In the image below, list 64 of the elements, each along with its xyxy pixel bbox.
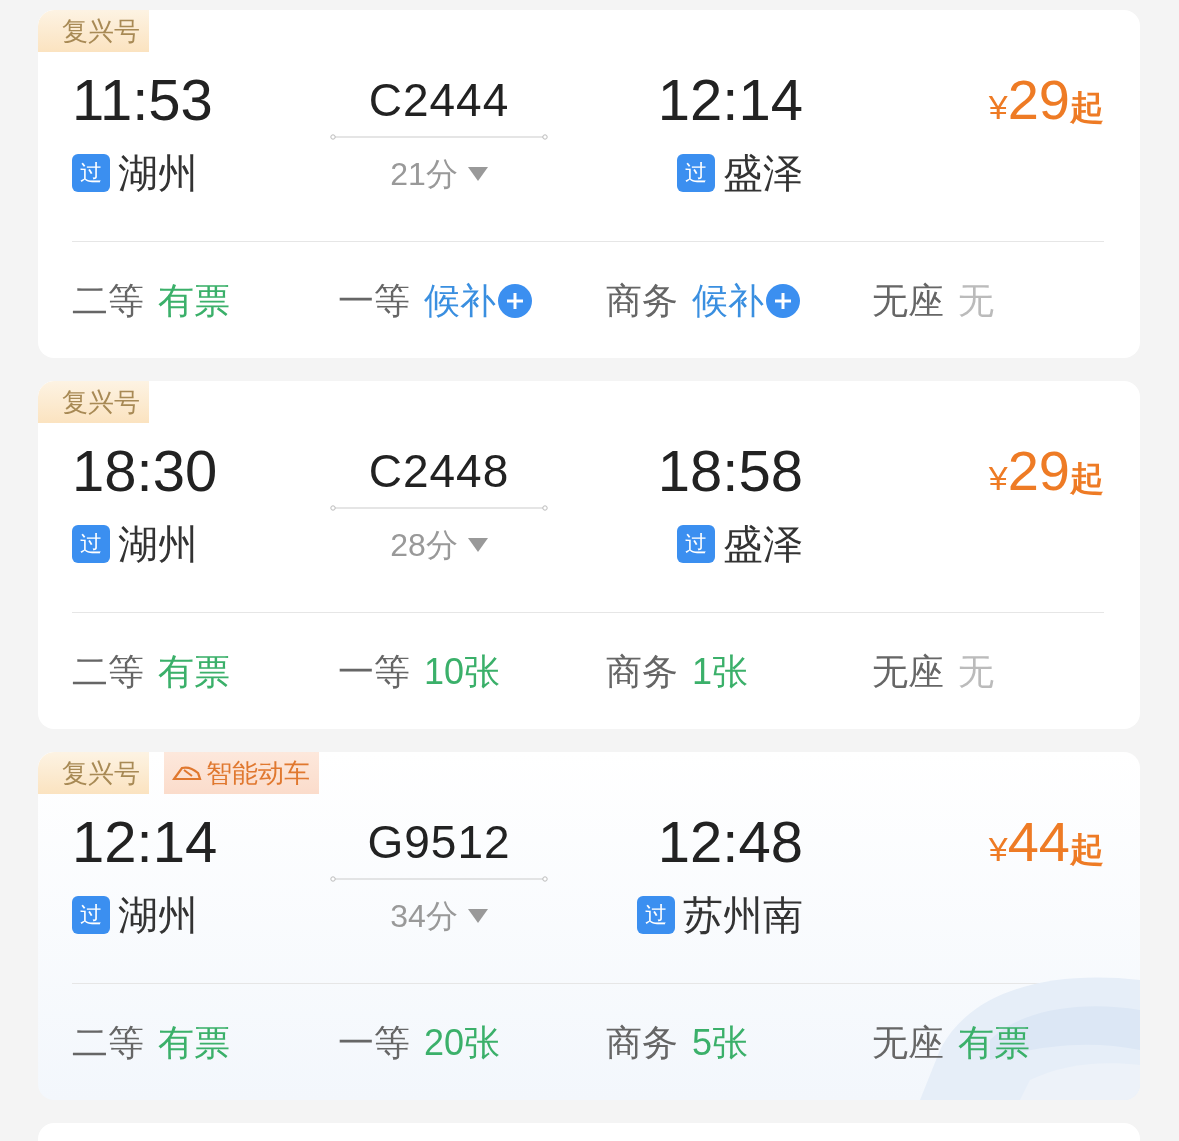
train-type-tag: 智能动车 (164, 752, 319, 794)
train-card[interactable]: 复兴号 11:53 过 湖州 C2444 21分 12:14 过 盛泽 ¥29起 二等 有票 一等 候补 商务 候补 无座 无 (38, 10, 1140, 358)
duration-toggle[interactable]: 34分 (390, 896, 488, 936)
price: ¥29起 (988, 68, 1104, 133)
seat-class: 二等 (72, 1020, 144, 1065)
seat-class: 二等 (72, 649, 144, 694)
via-badge: 过 (677, 525, 715, 563)
arrival-station: 苏州南 (683, 892, 803, 938)
seat-class: 一等 (338, 278, 410, 323)
departure-time: 12:14 (72, 810, 218, 874)
seat-availability: 5张 (692, 1020, 749, 1065)
seat-availability: 20张 (424, 1020, 501, 1065)
seat-class: 无座 (872, 649, 944, 694)
departure-time: 18:30 (72, 439, 218, 503)
plus-icon (766, 284, 800, 318)
seat-availability: 有票 (158, 1020, 230, 1065)
via-badge: 过 (72, 896, 110, 934)
train-card[interactable]: 复兴号 智能动车 12:14 过 湖州 G9512 34分 12:48 过 苏州南 ¥44起 二等 有票 一等 20张 商务 5张 无座 有票 (38, 752, 1140, 1100)
seat-class: 一等 (338, 649, 410, 694)
train-number: C2444 (368, 73, 510, 128)
train-type-tag: 复兴号 (38, 752, 149, 794)
arrival-time: 12:14 (657, 68, 803, 132)
train-type-tag: 复兴号 (38, 381, 149, 423)
train-icon (172, 764, 202, 782)
seat-availability: 有票 (158, 649, 230, 694)
train-number: G9512 (367, 815, 511, 870)
arrival-station: 盛泽 (723, 150, 803, 196)
via-badge: 过 (677, 154, 715, 192)
arrival-time: 18:58 (657, 439, 803, 503)
seat-class: 一等 (338, 1020, 410, 1065)
caret-icon (467, 167, 488, 181)
seat-availability[interactable]: 候补 (424, 276, 532, 326)
train-number: C2448 (368, 444, 510, 499)
seat-availability: 1张 (692, 649, 749, 694)
train-type-tag: 复兴号 (38, 10, 149, 52)
departure-time: 11:53 (72, 68, 213, 132)
duration-toggle[interactable]: 21分 (390, 154, 488, 194)
departure-station: 湖州 (118, 892, 198, 938)
seat-class: 商务 (606, 278, 678, 323)
seat-availability: 10张 (424, 649, 501, 694)
duration-toggle[interactable]: 28分 (390, 525, 488, 565)
arrival-time: 12:48 (657, 810, 803, 874)
seat-availability: 有票 (158, 278, 230, 323)
caret-icon (467, 909, 488, 923)
departure-station: 湖州 (118, 521, 198, 567)
seat-class: 二等 (72, 278, 144, 323)
seat-class: 无座 (872, 278, 944, 323)
seat-class: 商务 (606, 649, 678, 694)
price: ¥29起 (988, 439, 1104, 504)
departure-station: 湖州 (118, 150, 198, 196)
price: ¥44起 (988, 810, 1104, 875)
seat-class: 无座 (872, 1020, 944, 1065)
via-badge: 过 (72, 154, 110, 192)
caret-icon (467, 538, 488, 552)
via-badge: 过 (637, 896, 675, 934)
seat-class: 商务 (606, 1020, 678, 1065)
train-card[interactable]: 复兴号 18:30 过 湖州 C2448 28分 18:58 过 盛泽 ¥29起 二等 有票 一等 10张 商务 1张 无座 无 (38, 381, 1140, 729)
plus-icon (498, 284, 532, 318)
via-badge: 过 (72, 525, 110, 563)
seat-availability[interactable]: 候补 (692, 276, 800, 326)
seat-availability: 有票 (958, 1020, 1030, 1065)
seat-availability: 无 (958, 649, 994, 694)
seat-availability: 无 (958, 278, 994, 323)
arrival-station: 盛泽 (723, 521, 803, 567)
